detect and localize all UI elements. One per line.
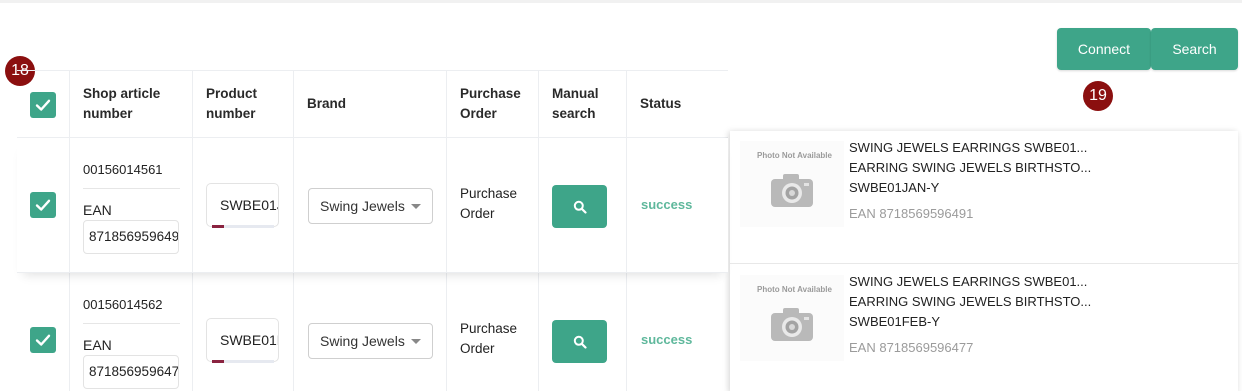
ean-label: EAN [83,202,112,218]
product-number-input[interactable]: SWBE01JAN-Y [206,183,279,227]
result-item[interactable]: Photo Not Available SWING JEWELS EARRING… [730,131,1238,264]
result-sku: SWBE01JAN-Y [849,180,940,195]
camera-icon [771,174,813,207]
product-photo-placeholder: Photo Not Available [740,275,844,361]
header-brand: Brand [294,71,447,137]
check-icon [35,199,51,211]
step-badge-connect: 19 [1083,81,1113,111]
header-label: Order [460,106,497,121]
check-icon [35,99,51,111]
input-progress-bar [212,360,274,363]
result-title: SWING JEWELS EARRINGS SWBE01... [849,140,1088,155]
status-badge: success [641,197,693,212]
product-number-cell: SWBE01FEB-Y [193,273,294,391]
manual-search-button[interactable] [552,320,607,363]
header-label: search [552,106,596,121]
ean-input[interactable]: 8718569596477 [83,355,179,389]
status-cell: success [627,138,728,272]
input-progress-bar [212,225,274,228]
status-cell: success [627,273,728,391]
search-results-panel: Photo Not Available SWING JEWELS EARRING… [730,131,1238,391]
ean-label: EAN [83,337,112,353]
table-row: 00156014561 EAN 8718569596491 SWBE01JAN-… [17,138,728,273]
purchase-order-cell: Purchase Order [447,138,539,272]
articles-table: Shop article number Product number Brand P… [17,70,728,391]
camera-icon [771,308,813,341]
shop-article-cell: 00156014561 EAN 8718569596491 [70,138,193,272]
divider [83,323,180,324]
row-checkbox[interactable] [30,192,56,218]
row-select-cell [17,138,70,272]
caret-down-icon [411,339,421,344]
ean-input[interactable]: 8718569596491 [83,220,179,254]
brand-select[interactable]: Swing Jewels [308,323,433,359]
row-checkbox[interactable] [30,327,56,353]
photo-not-available-text: Photo Not Available [757,285,832,294]
table-row: 00156014562 EAN 8718569596477 SWBE01FEB-… [17,273,728,391]
header-label: number [83,106,133,121]
table-header: Shop article number Product number Brand P… [17,71,728,138]
purchase-order-text: Purchase [460,321,518,336]
row-select-cell [17,273,70,391]
header-label: Manual [552,86,599,101]
product-number-cell: SWBE01JAN-Y [193,138,294,272]
brand-select-value: Swing Jewels [320,198,405,214]
header-status: Status [627,71,728,137]
header-label: Purchase [460,86,521,101]
result-sku: SWBE01FEB-Y [849,314,941,329]
manual-search-button[interactable] [552,185,607,228]
header-manual-search: Manual search [539,71,627,137]
select-all-checkbox[interactable] [30,92,56,118]
result-ean: EAN 8718569596491 [849,206,974,221]
header-select-cell [17,71,70,137]
manual-search-cell [539,138,627,272]
brand-select-value: Swing Jewels [320,333,405,349]
connect-button[interactable]: Connect [1057,28,1151,70]
purchase-order-text: Order [460,206,495,221]
product-number-input[interactable]: SWBE01FEB-Y [206,318,279,362]
header-shop-article-number: Shop article number [70,71,193,137]
search-button[interactable]: Search [1151,28,1238,70]
purchase-order-text: Purchase [460,186,518,201]
result-item[interactable]: Photo Not Available SWING JEWELS EARRING… [730,265,1238,391]
header-label: Status [640,96,682,111]
header-purchase-order: Purchase Order [447,71,539,137]
shop-article-number: 00156014561 [83,162,163,177]
brand-cell: Swing Jewels [294,138,447,272]
header-label: number [206,106,256,121]
header-label: Product [206,86,258,101]
product-photo-placeholder: Photo Not Available [740,141,844,227]
search-icon [573,200,587,214]
status-badge: success [641,332,693,347]
shop-article-cell: 00156014562 EAN 8718569596477 [70,273,193,391]
result-ean: EAN 8718569596477 [849,340,974,355]
purchase-order-text: Order [460,341,495,356]
manual-search-cell [539,273,627,391]
header-label: Brand [307,96,347,111]
header-label: Shop article [83,86,161,101]
check-icon [35,334,51,346]
purchase-order-cell: Purchase Order [447,273,539,391]
result-description: EARRING SWING JEWELS BIRTHSTO... [849,160,1092,175]
divider [83,188,180,189]
shop-article-number: 00156014562 [83,297,163,312]
search-icon [573,335,587,349]
header-product-number: Product number [193,71,294,137]
top-divider [0,0,1242,3]
result-description: EARRING SWING JEWELS BIRTHSTO... [849,294,1092,309]
photo-not-available-text: Photo Not Available [757,151,832,160]
brand-select[interactable]: Swing Jewels [308,188,433,224]
result-title: SWING JEWELS EARRINGS SWBE01... [849,274,1088,289]
caret-down-icon [411,204,421,209]
brand-cell: Swing Jewels [294,273,447,391]
